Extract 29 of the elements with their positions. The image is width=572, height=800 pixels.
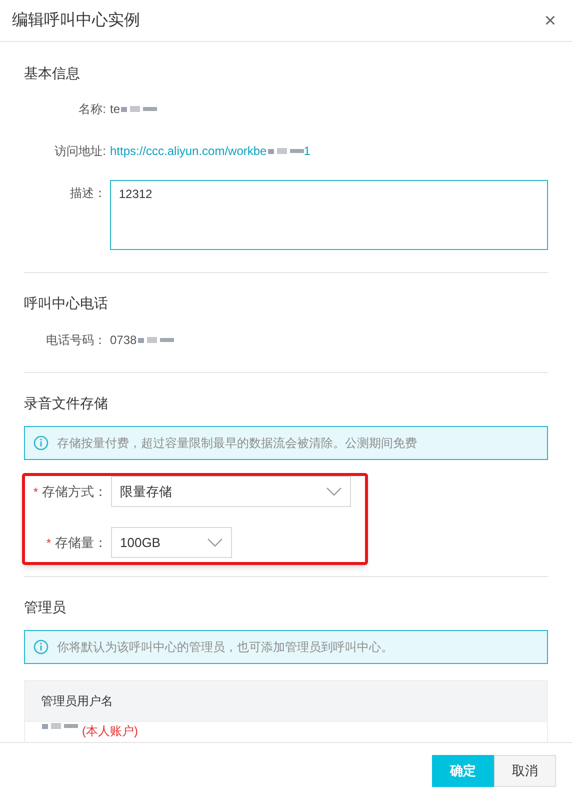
column-header: 管理员用户名: [41, 693, 113, 710]
field-label: 存储方式：: [42, 482, 107, 501]
dialog-title: 编辑呼叫中心实例: [12, 10, 140, 30]
section-title: 基本信息: [23, 64, 81, 83]
field-label: 访问地址:: [54, 143, 107, 160]
field-value: te: [110, 101, 120, 118]
close-button[interactable]: ×: [540, 10, 560, 30]
description-field[interactable]: 12312: [110, 180, 548, 250]
field-label: 描述：: [68, 185, 107, 202]
section-title: 录音文件存储: [23, 394, 109, 413]
field-label: 名称:: [78, 101, 107, 118]
field-value: 0738: [110, 332, 137, 349]
info-icon: [33, 639, 49, 655]
cancel-button[interactable]: 取消: [494, 754, 556, 786]
required-mark: *: [33, 484, 38, 500]
section-title: 管理员: [23, 598, 67, 617]
own-account-tag: (本人账户): [82, 723, 138, 739]
chevron-down-icon: [207, 538, 223, 548]
field-label: 存储量：: [55, 534, 107, 552]
chevron-down-icon: [326, 486, 342, 496]
section-title: 呼叫中心电话: [23, 294, 109, 313]
required-mark: *: [46, 534, 51, 552]
field-label: 电话号码：: [45, 332, 107, 349]
info-text: 你将默认为该呼叫中心的管理员，也可添加管理员到呼叫中心。: [57, 639, 393, 656]
storage-select[interactable]: 限量存储: [111, 476, 351, 507]
storage-select[interactable]: 100GB: [111, 527, 232, 558]
url-tail: 1: [304, 143, 310, 160]
info-icon: [33, 435, 49, 451]
info-text: 存储按量付费，超过容量限制最早的数据流会被清除。公测期间免费: [57, 435, 417, 452]
